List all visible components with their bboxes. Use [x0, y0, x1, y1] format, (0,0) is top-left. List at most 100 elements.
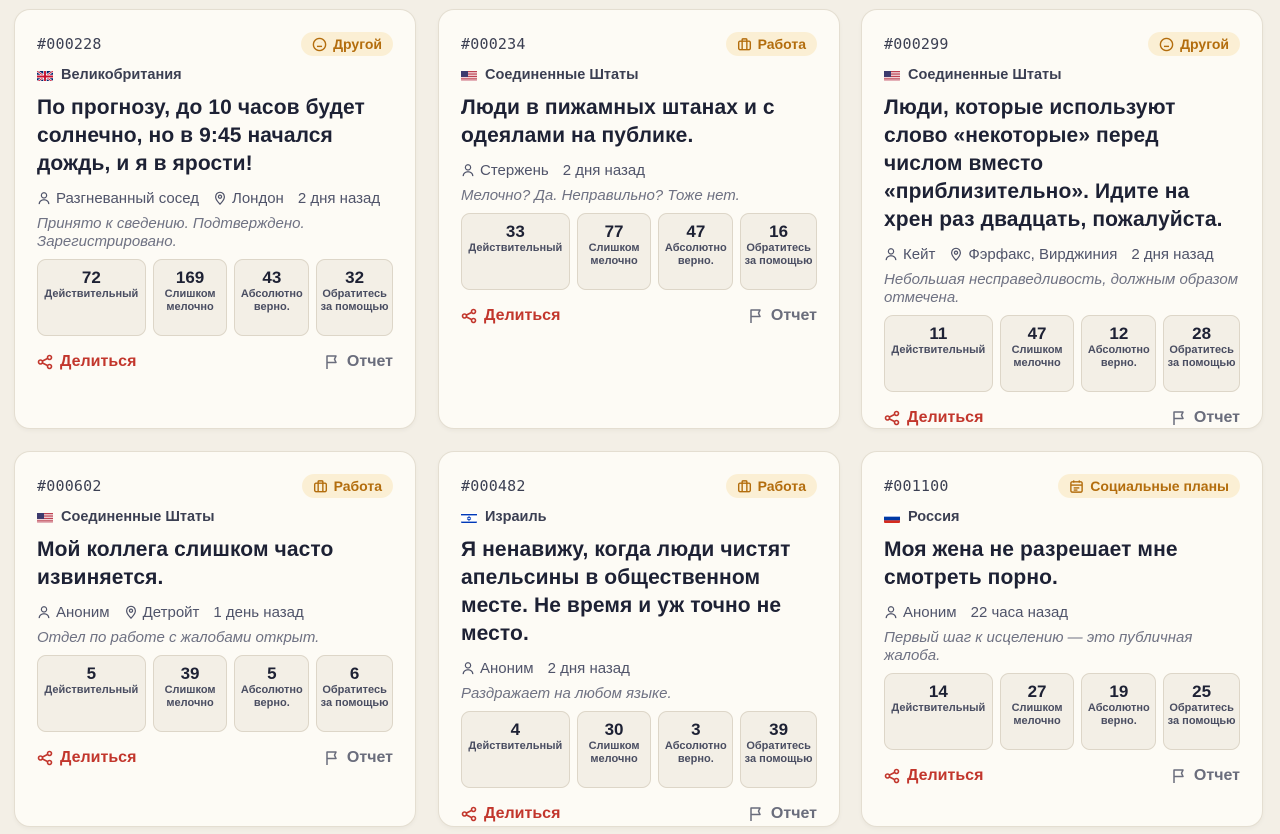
- vote-help-button[interactable]: 32 Обратитесь за помощью: [316, 259, 393, 336]
- country-row: Израиль: [461, 507, 817, 527]
- category-badge[interactable]: Работа: [725, 32, 817, 56]
- verdict-quote: Отдел по работе с жалобами открыт.: [37, 629, 320, 646]
- vote-label: Действительный: [891, 702, 986, 714]
- vote-right-button[interactable]: 5 Абсолютно верно.: [234, 655, 310, 732]
- verdict-quote: Принято к сведению. Подтверждено. Зареги…: [37, 215, 305, 250]
- country-name: Великобритания: [61, 67, 182, 83]
- author-text: Разгневанный сосед: [56, 189, 199, 207]
- location-pin-icon: [949, 247, 963, 261]
- author: Аноним: [37, 604, 110, 621]
- location: Фэрфакс, Вирджиния: [949, 246, 1117, 263]
- vote-buttons: 72 Действительный 169 Слишком мелочно 43 Абсо…: [37, 259, 393, 336]
- calendar-icon: [1069, 479, 1084, 494]
- category-badge[interactable]: Другой: [1148, 32, 1240, 56]
- author: Стержень: [461, 162, 549, 179]
- share-icon: [461, 308, 477, 324]
- card-header: #000234 Работа: [461, 32, 817, 56]
- vote-valid-button[interactable]: 5 Действительный: [37, 655, 146, 732]
- category-badge[interactable]: Социальные планы: [1058, 474, 1240, 498]
- vote-label: Абсолютно верно.: [240, 684, 303, 709]
- vote-valid-button[interactable]: 33 Действительный: [461, 213, 570, 290]
- vote-right-button[interactable]: 19 Абсолютно верно.: [1081, 673, 1157, 750]
- vote-label: Слишком мелочно: [164, 684, 216, 709]
- vote-count: 169: [175, 268, 205, 287]
- user-icon: [461, 661, 475, 675]
- vote-valid-button[interactable]: 11 Действительный: [884, 315, 993, 392]
- vote-valid-button[interactable]: 72 Действительный: [37, 259, 146, 336]
- vote-count: 3: [691, 720, 701, 739]
- complaint-meta: Стержень 2 дня назад: [461, 159, 817, 181]
- flag-report-icon: [750, 309, 761, 323]
- report-button[interactable]: Отчет: [1171, 767, 1240, 785]
- category-label: Работа: [757, 36, 806, 52]
- vote-right-button[interactable]: 12 Абсолютно верно.: [1081, 315, 1157, 392]
- vote-label: Обратитесь за помощью: [320, 684, 389, 709]
- card-actions: Делиться Отчет: [461, 803, 817, 825]
- timestamp: 2 дня назад: [548, 660, 630, 677]
- report-button[interactable]: Отчет: [1171, 409, 1240, 427]
- flag-us-icon: [884, 70, 900, 81]
- vote-petty-button[interactable]: 39 Слишком мелочно: [152, 655, 228, 732]
- vote-help-button[interactable]: 16 Обратитесь за помощью: [740, 213, 817, 290]
- country-name: Соединенные Штаты: [61, 509, 215, 525]
- location: Лондон: [213, 190, 284, 207]
- share-button[interactable]: Делиться: [461, 307, 560, 325]
- share-label: Делиться: [60, 353, 137, 370]
- vote-help-button[interactable]: 39 Обратитесь за помощью: [740, 711, 817, 788]
- author: Аноним: [884, 604, 957, 621]
- category-badge[interactable]: Другой: [301, 32, 393, 56]
- complaints-grid: #000228 Другой Великобритания По прогноз…: [0, 0, 1280, 834]
- vote-petty-button[interactable]: 27 Слишком мелочно: [999, 673, 1075, 750]
- vote-buttons: 33 Действительный 77 Слишком мелочно 47 Абсол…: [461, 213, 817, 290]
- vote-help-button[interactable]: 25 Обратитесь за помощью: [1163, 673, 1240, 750]
- user-icon: [37, 191, 51, 205]
- vote-petty-button[interactable]: 169 Слишком мелочно: [152, 259, 228, 336]
- vote-right-button[interactable]: 3 Абсолютно верно.: [658, 711, 734, 788]
- vote-count: 11: [929, 324, 948, 343]
- flag-report-icon: [1173, 769, 1184, 783]
- vote-valid-button[interactable]: 14 Действительный: [884, 673, 993, 750]
- share-button[interactable]: Делиться: [37, 749, 136, 767]
- author-text: Аноним: [56, 603, 110, 621]
- timestamp-text: 2 дня назад: [547, 659, 630, 677]
- vote-label: Слишком мелочно: [1011, 344, 1063, 369]
- vote-count: 47: [1027, 324, 1047, 343]
- card-header: #000482 Работа: [461, 474, 817, 498]
- timestamp: 22 часа назад: [971, 604, 1068, 621]
- vote-petty-button[interactable]: 30 Слишком мелочно: [576, 711, 652, 788]
- vote-count: 12: [1109, 324, 1129, 343]
- share-button[interactable]: Делиться: [884, 767, 983, 785]
- vote-petty-button[interactable]: 77 Слишком мелочно: [576, 213, 652, 290]
- vote-valid-button[interactable]: 4 Действительный: [461, 711, 570, 788]
- complaint-card: #001100 Социальные планы Россия Моя жена…: [861, 451, 1263, 827]
- share-button[interactable]: Делиться: [884, 409, 983, 427]
- report-button[interactable]: Отчет: [324, 749, 393, 767]
- share-icon: [884, 768, 900, 784]
- category-badge[interactable]: Работа: [725, 474, 817, 498]
- report-label: Отчет: [346, 749, 393, 766]
- location-text: Детройт: [142, 603, 200, 621]
- vote-count: 72: [81, 268, 101, 287]
- card-header: #000602 Работа: [37, 474, 393, 498]
- report-label: Отчет: [770, 307, 817, 324]
- briefcase-icon: [313, 479, 328, 494]
- report-button[interactable]: Отчет: [748, 805, 817, 823]
- vote-label: Обратитесь за помощью: [744, 242, 813, 267]
- vote-help-button[interactable]: 6 Обратитесь за помощью: [316, 655, 393, 732]
- vote-right-button[interactable]: 43 Абсолютно верно.: [234, 259, 310, 336]
- share-button[interactable]: Делиться: [461, 805, 560, 823]
- briefcase-icon: [737, 37, 752, 52]
- vote-right-button[interactable]: 47 Абсолютно верно.: [658, 213, 734, 290]
- country-row: Великобритания: [37, 65, 393, 85]
- complaint-title: Люди в пижамных штанах и с одеялами на п…: [461, 96, 775, 147]
- card-header: #001100 Социальные планы: [884, 474, 1240, 498]
- vote-help-button[interactable]: 28 Обратитесь за помощью: [1163, 315, 1240, 392]
- share-button[interactable]: Делиться: [37, 353, 136, 371]
- vote-petty-button[interactable]: 47 Слишком мелочно: [999, 315, 1075, 392]
- category-badge[interactable]: Работа: [301, 474, 393, 498]
- report-button[interactable]: Отчет: [748, 307, 817, 325]
- vote-label: Действительный: [468, 242, 563, 254]
- location-pin-icon: [124, 605, 138, 619]
- report-button[interactable]: Отчет: [324, 353, 393, 371]
- card-id: #000299: [884, 35, 949, 53]
